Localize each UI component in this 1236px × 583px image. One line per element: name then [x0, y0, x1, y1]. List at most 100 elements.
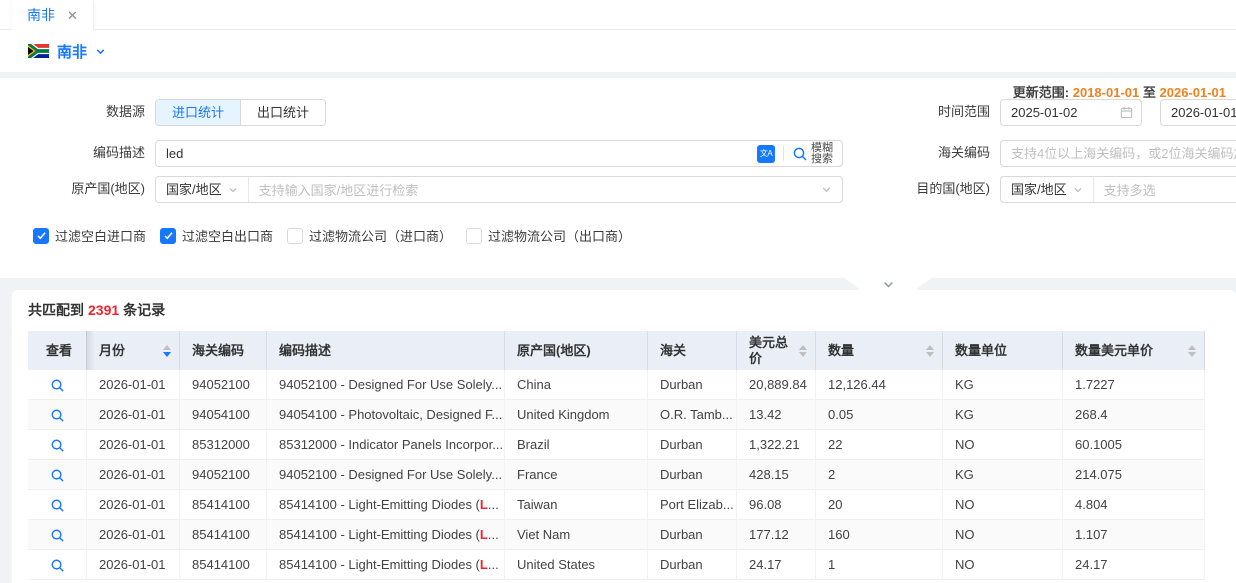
cell-customs: Durban: [648, 550, 737, 580]
checkbox-label: 过滤空白进口商: [55, 226, 146, 245]
destination-country-select[interactable]: 国家/地区: [1001, 177, 1093, 202]
column-header-4: 原产国(地区): [505, 331, 648, 370]
cell-total-usd: 96.08: [737, 490, 816, 520]
column-header-6[interactable]: 美元总价: [737, 331, 816, 370]
fuzzy-search-button[interactable]: 模糊搜索: [792, 143, 842, 165]
cell-month: 2026-01-01: [87, 430, 180, 460]
view-row-button[interactable]: [50, 438, 65, 453]
destination-label: 目的国(地区): [870, 176, 990, 202]
cell-customs: Durban: [648, 520, 737, 550]
view-cell: [28, 550, 87, 580]
view-cell: [28, 400, 87, 430]
tab-export-stats[interactable]: 出口统计: [240, 100, 325, 125]
cell-unit: NO: [943, 550, 1063, 580]
sort-control[interactable]: [793, 345, 807, 357]
tab-bar: 南非 ✕: [0, 0, 1236, 30]
hs-code-label: 海关编码: [870, 140, 990, 166]
cell-quantity: 1: [816, 550, 943, 580]
tab-south-africa[interactable]: 南非 ✕: [12, 0, 94, 30]
cell-hs-code: 94054100: [180, 400, 267, 430]
checkbox-item-1[interactable]: 过滤空白出口商: [160, 226, 273, 245]
cell-origin: United States: [505, 550, 648, 580]
cell-quantity: 22: [816, 430, 943, 460]
view-cell: [28, 490, 87, 520]
sort-control[interactable]: [920, 345, 934, 357]
checkbox-item-2[interactable]: 过滤物流公司（进口商）: [287, 226, 452, 245]
checkbox-item-0[interactable]: 过滤空白进口商: [33, 226, 146, 245]
checkbox-icon[interactable]: [33, 228, 49, 244]
translate-icon[interactable]: 文A: [757, 145, 775, 163]
hs-code-input[interactable]: [1000, 140, 1236, 167]
search-icon: [792, 146, 808, 162]
view-row-button[interactable]: [50, 528, 65, 543]
cell-quantity: 20: [816, 490, 943, 520]
cell-quantity: 0.05: [816, 400, 943, 430]
destination-placeholder[interactable]: 支持多选: [1094, 180, 1236, 199]
cell-unit-price: 60.1005: [1063, 430, 1205, 460]
update-range-to: 2026-01-01: [1160, 85, 1227, 100]
column-header-5: 海关: [648, 331, 737, 370]
chevron-down-icon[interactable]: [95, 46, 106, 57]
checkbox-group: 过滤空白进口商过滤空白出口商过滤物流公司（进口商） 过滤物流公司（出口商）: [33, 226, 631, 245]
checkbox-label: 过滤物流公司（出口商）: [488, 226, 631, 245]
date-end-value[interactable]: [1161, 105, 1236, 120]
origin-country-select[interactable]: 国家/地区: [156, 177, 248, 202]
table-header-row: 查看月份海关编码编码描述原产国(地区)海关美元总价数量数量单位数量美元单价: [28, 331, 1205, 370]
results-table: 查看月份海关编码编码描述原产国(地区)海关美元总价数量数量单位数量美元单价 20…: [28, 331, 1205, 580]
close-icon[interactable]: ✕: [67, 9, 78, 22]
column-header-1[interactable]: 月份: [87, 331, 180, 370]
view-row-button[interactable]: [50, 378, 65, 393]
match-summary: 共匹配到2391条记录: [28, 300, 165, 320]
table-row: 2026-01-018541410085414100 - Light-Emitt…: [28, 550, 1205, 580]
table-row: 2026-01-018531200085312000 - Indicator P…: [28, 430, 1205, 460]
date-start-value[interactable]: [1001, 105, 1120, 120]
cell-origin: France: [505, 460, 648, 490]
tab-import-stats[interactable]: 进口统计: [156, 100, 240, 125]
page-header: 南非: [0, 30, 1236, 72]
cell-unit: KG: [943, 400, 1063, 430]
view-row-button[interactable]: [50, 498, 65, 513]
date-end-input[interactable]: [1160, 99, 1236, 126]
cell-unit-price: 214.075: [1063, 460, 1205, 490]
cell-origin: China: [505, 370, 648, 400]
cell-unit-price: 24.17: [1063, 550, 1205, 580]
table-row: 2026-01-019405410094054100 - Photovoltai…: [28, 400, 1205, 430]
date-range-separator: –: [1147, 78, 1154, 105]
checkbox-icon[interactable]: [160, 228, 176, 244]
hs-code-field[interactable]: [1001, 146, 1236, 161]
fuzzy-search-label: 模糊搜索: [811, 143, 835, 165]
view-row-button[interactable]: [50, 558, 65, 573]
cell-customs: Durban: [648, 370, 737, 400]
date-start-input[interactable]: [1000, 99, 1142, 126]
view-row-button[interactable]: [50, 468, 65, 483]
cell-description: 94052100 - Designed For Use Solely...: [267, 370, 505, 400]
view-cell: [28, 460, 87, 490]
checkbox-icon[interactable]: [287, 228, 303, 244]
column-header-7[interactable]: 数量: [816, 331, 943, 370]
origin-label: 原产国(地区): [0, 176, 145, 202]
column-header-0: 查看: [28, 331, 87, 370]
cell-origin: United Kingdom: [505, 400, 648, 430]
sort-control[interactable]: [1182, 345, 1196, 357]
checkbox-item-3[interactable]: 过滤物流公司（出口商）: [466, 226, 631, 245]
sort-control[interactable]: [157, 345, 171, 357]
column-header-3: 编码描述: [267, 331, 505, 370]
chevron-down-icon[interactable]: [821, 184, 832, 195]
origin-search-placeholder[interactable]: 支持输入国家/地区进行检索: [249, 180, 821, 199]
checkbox-icon[interactable]: [466, 228, 482, 244]
cell-description: 94054100 - Photovoltaic, Designed F...: [267, 400, 505, 430]
cell-quantity: 2: [816, 460, 943, 490]
cell-hs-code: 85414100: [180, 520, 267, 550]
code-desc-input[interactable]: [156, 146, 757, 161]
view-row-button[interactable]: [50, 408, 65, 423]
cell-hs-code: 85414100: [180, 550, 267, 580]
country-title[interactable]: 南非: [57, 41, 87, 62]
cell-customs: O.R. Tamb...: [648, 400, 737, 430]
column-header-9[interactable]: 数量美元单价: [1063, 331, 1205, 370]
code-desc-input-group: 文A 模糊搜索: [155, 140, 843, 167]
cell-hs-code: 85312000: [180, 430, 267, 460]
cell-origin: Viet Nam: [505, 520, 648, 550]
cell-unit-price: 1.7227: [1063, 370, 1205, 400]
cell-description: 85312000 - Indicator Panels Incorpor...: [267, 430, 505, 460]
cell-total-usd: 1,322.21: [737, 430, 816, 460]
